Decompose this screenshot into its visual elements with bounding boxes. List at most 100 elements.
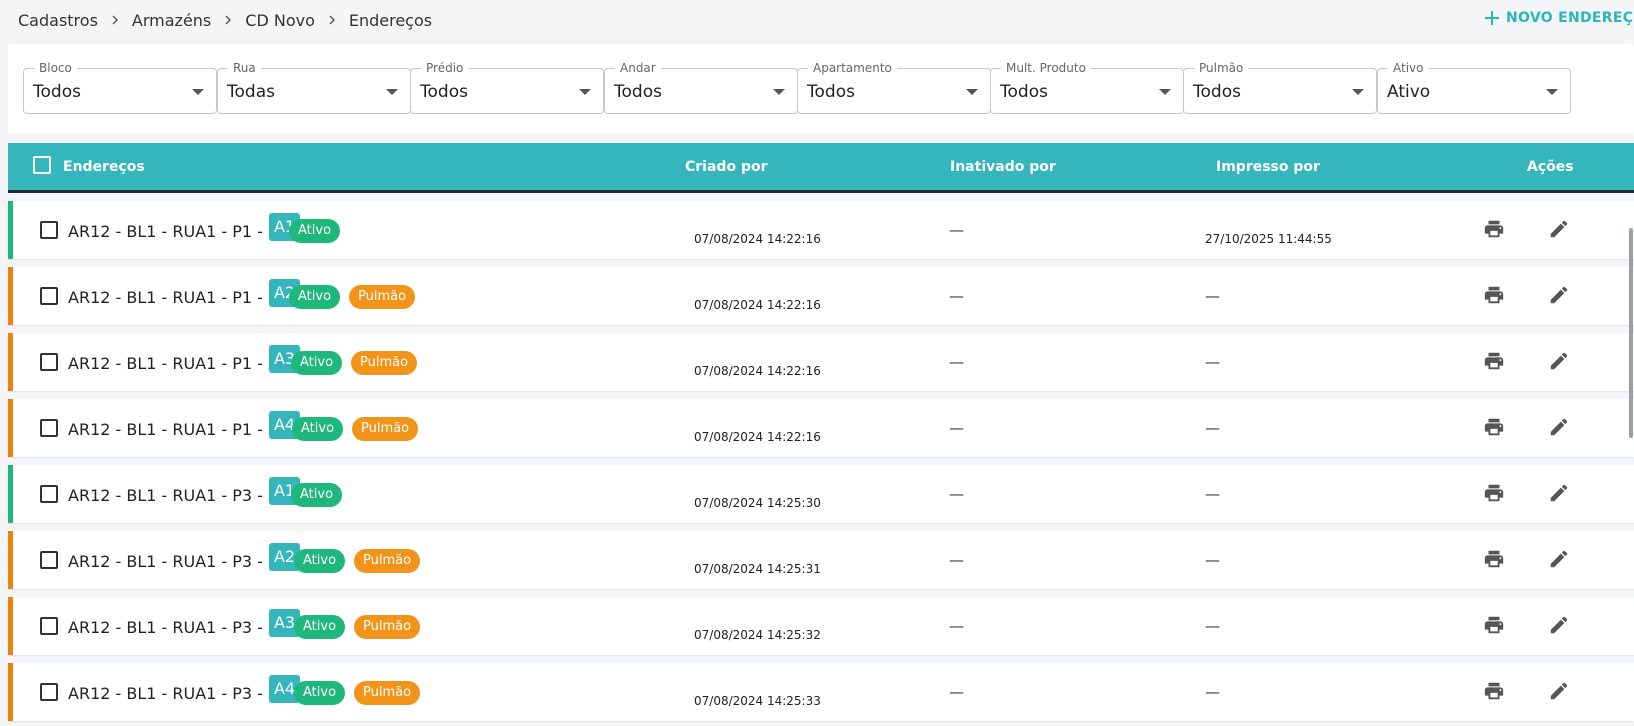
printed-cell: — — [1205, 551, 1220, 569]
row-checkbox[interactable] — [40, 221, 58, 239]
status-badges: Ativo Pulmão — [291, 351, 418, 375]
inactivated-cell: — — [949, 353, 964, 371]
row-checkbox[interactable] — [40, 617, 58, 635]
print-icon[interactable] — [1483, 416, 1505, 438]
filter-ativo[interactable]: Ativo Ativo — [1377, 61, 1571, 114]
caret-down-icon — [579, 89, 591, 95]
table-row[interactable]: AR12 - BL1 - RUA1 - P1 - A3 Ativo Pulmão 07/… — [8, 333, 1634, 391]
printed-cell: — — [1205, 485, 1220, 503]
filter-label: Andar — [615, 61, 661, 75]
edit-icon[interactable] — [1548, 416, 1570, 438]
row-checkbox[interactable] — [40, 287, 58, 305]
header-enderecos[interactable]: Endereços — [63, 159, 145, 175]
status-badge: Ativo — [289, 285, 341, 309]
breadcrumb-item-armazens[interactable]: Armazéns — [132, 11, 211, 30]
status-badge: Pulmão — [351, 351, 418, 375]
row-checkbox[interactable] — [40, 419, 58, 437]
breadcrumb-item-cadastros[interactable]: Cadastros — [18, 11, 98, 30]
row-checkbox[interactable] — [40, 683, 58, 701]
caret-down-icon — [386, 89, 398, 95]
edit-icon[interactable] — [1548, 680, 1570, 702]
filter-value: Todos — [33, 82, 81, 102]
chevron-right-icon — [223, 15, 233, 25]
header-acoes: Ações — [1527, 159, 1574, 175]
table-row[interactable]: AR12 - BL1 - RUA1 - P3 - A3 Ativo Pulmão 07/… — [8, 597, 1634, 655]
filter-mult-produto[interactable]: Mult. Produto Todos — [990, 61, 1184, 114]
filter-value: Todos — [420, 82, 468, 102]
address-text: AR12 - BL1 - RUA1 - P3 - — [68, 485, 263, 505]
address-text: AR12 - BL1 - RUA1 - P1 - — [68, 353, 263, 373]
row-checkbox[interactable] — [40, 353, 58, 371]
status-badge: Ativo — [291, 483, 343, 507]
header-criado-por[interactable]: Criado por — [685, 159, 767, 175]
header-impresso-por[interactable]: Impresso por — [1216, 159, 1320, 175]
printed-cell: — — [1205, 353, 1220, 371]
print-icon[interactable] — [1483, 482, 1505, 504]
new-address-button[interactable]: NOVO ENDEREÇO — [1484, 10, 1634, 26]
filter-rua[interactable]: Rua Todas — [217, 61, 411, 114]
status-badge: Pulmão — [352, 417, 419, 441]
table-row[interactable]: AR12 - BL1 - RUA1 - P3 - A2 Ativo Pulmão 07/… — [8, 531, 1634, 589]
status-badge: Pulmão — [354, 615, 421, 639]
status-badges: Ativo Pulmão — [289, 285, 416, 309]
edit-icon[interactable] — [1548, 614, 1570, 636]
table-row[interactable]: AR12 - BL1 - RUA1 - P1 - A1 Ativo 07/08/202… — [8, 201, 1634, 259]
address-text: AR12 - BL1 - RUA1 - P3 - — [68, 683, 263, 703]
address-cell: AR12 - BL1 - RUA1 - P1 - A2 — [68, 279, 301, 307]
status-badge: Pulmão — [349, 285, 416, 309]
print-icon[interactable] — [1483, 614, 1505, 636]
filter-bloco[interactable]: Bloco Todos — [23, 61, 217, 114]
filter-pulmao[interactable]: Pulmão Todos — [1183, 61, 1377, 114]
print-icon[interactable] — [1483, 284, 1505, 306]
scrollbar-thumb[interactable] — [1629, 228, 1633, 438]
address-text: AR12 - BL1 - RUA1 - P3 - — [68, 617, 263, 637]
edit-icon[interactable] — [1548, 482, 1570, 504]
inactivated-cell: — — [949, 683, 964, 701]
created-cell: 07/08/2024 14:22:16 — [694, 298, 821, 312]
row-checkbox[interactable] — [40, 485, 58, 503]
table-row[interactable]: AR12 - BL1 - RUA1 - P1 - A2 Ativo Pulmão 07/… — [8, 267, 1634, 325]
print-icon[interactable] — [1483, 218, 1505, 240]
status-badges: Ativo Pulmão — [292, 417, 419, 441]
filter-apartamento[interactable]: Apartamento Todos — [797, 61, 991, 114]
filter-bar: Bloco Todos Rua Todas Prédio Todos Andar… — [8, 44, 1634, 134]
filter-predio[interactable]: Prédio Todos — [410, 61, 604, 114]
table-row[interactable]: AR12 - BL1 - RUA1 - P1 - A4 Ativo Pulmão 07/… — [8, 399, 1634, 457]
address-cell: AR12 - BL1 - RUA1 - P1 - A4 — [68, 411, 301, 439]
filter-value: Todas — [227, 82, 275, 102]
edit-icon[interactable] — [1548, 284, 1570, 306]
printed-cell: — — [1205, 419, 1220, 437]
filter-value: Ativo — [1387, 82, 1431, 102]
created-cell: 07/08/2024 14:25:31 — [694, 562, 821, 576]
print-icon[interactable] — [1483, 548, 1505, 570]
table-row[interactable]: AR12 - BL1 - RUA1 - P3 - A1 Ativo 07/08/202… — [8, 465, 1634, 523]
filter-label: Bloco — [34, 61, 77, 75]
filter-andar[interactable]: Andar Todos — [604, 61, 798, 114]
status-badge: Ativo — [294, 549, 346, 573]
edit-icon[interactable] — [1548, 218, 1570, 240]
created-cell: 07/08/2024 14:22:16 — [694, 364, 821, 378]
status-badge: Ativo — [294, 615, 346, 639]
print-icon[interactable] — [1483, 680, 1505, 702]
edit-icon[interactable] — [1548, 548, 1570, 570]
header-inativado-por[interactable]: Inativado por — [950, 159, 1056, 175]
created-cell: 07/08/2024 14:22:16 — [694, 232, 821, 246]
caret-down-icon — [1352, 89, 1364, 95]
status-badges: Ativo Pulmão — [294, 681, 421, 705]
filter-label: Pulmão — [1194, 61, 1249, 75]
row-checkbox[interactable] — [40, 551, 58, 569]
select-all-checkbox[interactable] — [33, 156, 51, 174]
created-cell: 07/08/2024 14:25:32 — [694, 628, 821, 642]
status-badge: Ativo — [294, 681, 346, 705]
printed-cell: — — [1205, 683, 1220, 701]
status-badges: Ativo Pulmão — [294, 615, 421, 639]
inactivated-cell: — — [949, 287, 964, 305]
edit-icon[interactable] — [1548, 350, 1570, 372]
address-cell: AR12 - BL1 - RUA1 - P3 - A3 — [68, 609, 301, 637]
print-icon[interactable] — [1483, 350, 1505, 372]
breadcrumb-item-cd-novo[interactable]: CD Novo — [245, 11, 315, 30]
printed-cell: — — [1205, 617, 1220, 635]
table-row[interactable]: AR12 - BL1 - RUA1 - P3 - A4 Ativo Pulmão 07/… — [8, 663, 1634, 721]
printed-cell: — — [1205, 287, 1220, 305]
chevron-right-icon — [110, 15, 120, 25]
